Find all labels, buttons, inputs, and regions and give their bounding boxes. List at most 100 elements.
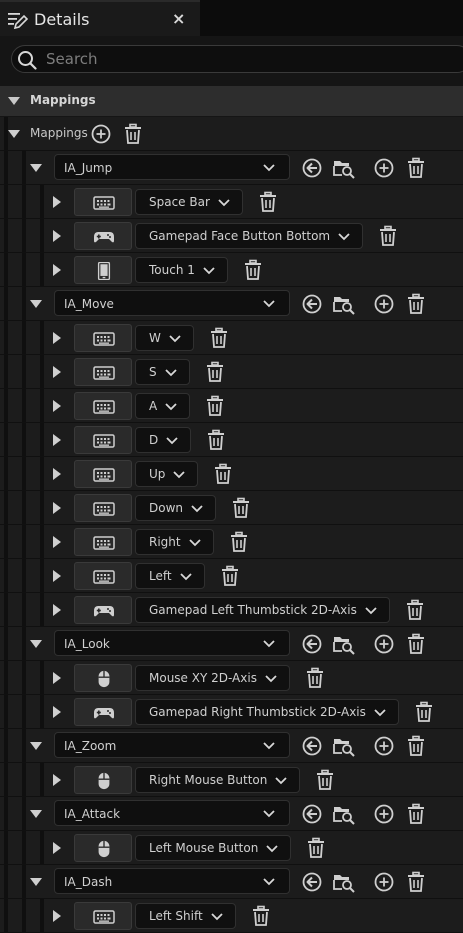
key-select[interactable]: Right Mouse Button <box>135 767 301 793</box>
delete-action-button[interactable] <box>405 735 427 757</box>
key-selector-button[interactable] <box>74 324 132 352</box>
tab-details[interactable]: Details × <box>0 0 200 36</box>
chevron-down-icon <box>263 810 275 818</box>
key-selector-button[interactable] <box>74 188 132 216</box>
delete-key-button[interactable] <box>205 429 227 451</box>
delete-key-button[interactable] <box>204 361 226 383</box>
key-selector-button[interactable] <box>74 698 132 726</box>
key-selector-button[interactable] <box>74 834 132 862</box>
delete-key-button[interactable] <box>208 327 230 349</box>
browse-asset-button[interactable] <box>332 803 356 825</box>
key-name: Mouse XY 2D-Axis <box>149 671 257 685</box>
key-select[interactable]: Right <box>135 529 214 555</box>
add-key-mapping-button[interactable] <box>373 157 395 179</box>
delete-key-button[interactable] <box>250 905 272 927</box>
key-select[interactable]: Gamepad Face Button Bottom <box>135 223 364 249</box>
key-select[interactable]: Left Shift <box>135 903 236 929</box>
add-key-mapping-button[interactable] <box>373 633 395 655</box>
input-action-select[interactable]: IA_Attack <box>54 800 290 826</box>
chevron-down-icon <box>30 810 42 818</box>
use-selected-asset-button[interactable] <box>301 803 323 825</box>
key-selector-button[interactable] <box>74 460 132 488</box>
gamepad-icon <box>94 708 114 719</box>
indent-guide <box>40 525 44 558</box>
input-action-select[interactable]: IA_Move <box>54 290 290 316</box>
key-selector-button[interactable] <box>74 494 132 522</box>
indent-guide <box>4 559 8 592</box>
delete-key-button[interactable] <box>204 395 226 417</box>
input-action-select[interactable]: IA_Look <box>54 630 290 656</box>
use-selected-asset-button[interactable] <box>301 633 323 655</box>
chevron-right-icon <box>53 230 61 242</box>
browse-asset-button[interactable] <box>332 157 356 179</box>
input-action-select[interactable]: IA_Zoom <box>54 732 290 758</box>
browse-asset-button[interactable] <box>332 735 356 757</box>
delete-key-button[interactable] <box>377 225 399 247</box>
key-mapping-row: Mouse XY 2D-Axis <box>0 661 463 695</box>
key-select[interactable]: A <box>135 393 191 419</box>
key-select[interactable]: Gamepad Right Thumbstick 2D-Axis <box>135 699 399 725</box>
delete-key-button[interactable] <box>228 531 250 553</box>
delete-key-button[interactable] <box>304 667 326 689</box>
key-select[interactable]: W <box>135 325 194 351</box>
key-selector-button[interactable] <box>74 222 132 250</box>
delete-action-button[interactable] <box>405 157 427 179</box>
key-selector-button[interactable] <box>74 902 132 930</box>
delete-key-button[interactable] <box>404 599 426 621</box>
delete-key-button[interactable] <box>230 497 252 519</box>
input-action-select[interactable]: IA_Dash <box>54 868 290 894</box>
gamepad-icon <box>94 232 114 243</box>
add-mapping-button[interactable] <box>90 123 112 145</box>
indent-guide <box>40 389 44 422</box>
key-selector-button[interactable] <box>74 596 132 624</box>
key-selector-button[interactable] <box>74 358 132 386</box>
delete-action-button[interactable] <box>405 633 427 655</box>
browse-asset-button[interactable] <box>332 633 356 655</box>
category-header-mappings[interactable]: Mappings <box>0 86 463 116</box>
key-selector-button[interactable] <box>74 664 132 692</box>
delete-key-button[interactable] <box>242 259 264 281</box>
use-selected-asset-button[interactable] <box>301 157 323 179</box>
key-select[interactable]: Up <box>135 461 199 487</box>
add-key-mapping-button[interactable] <box>373 803 395 825</box>
browse-asset-button[interactable] <box>332 871 356 893</box>
key-select[interactable]: Touch 1 <box>135 257 228 283</box>
key-select[interactable]: S <box>135 359 190 385</box>
input-action-select[interactable]: IA_Jump <box>54 154 290 180</box>
delete-key-button[interactable] <box>305 837 327 859</box>
add-key-mapping-button[interactable] <box>373 293 395 315</box>
use-selected-asset-button[interactable] <box>301 293 323 315</box>
key-select[interactable]: Left Mouse Button <box>135 835 292 861</box>
indent-guide <box>40 831 44 864</box>
key-select[interactable]: Gamepad Left Thumbstick 2D-Axis <box>135 597 390 623</box>
key-selector-button[interactable] <box>74 256 132 284</box>
delete-key-button[interactable] <box>212 463 234 485</box>
key-name: Right Mouse Button <box>149 773 268 787</box>
key-selector-button[interactable] <box>74 528 132 556</box>
add-key-mapping-button[interactable] <box>373 735 395 757</box>
key-selector-button[interactable] <box>74 562 132 590</box>
key-selector-button[interactable] <box>74 426 132 454</box>
browse-asset-button[interactable] <box>332 293 356 315</box>
delete-action-button[interactable] <box>405 871 427 893</box>
delete-key-button[interactable] <box>413 701 435 723</box>
search-input[interactable] <box>46 49 446 69</box>
add-key-mapping-button[interactable] <box>373 871 395 893</box>
key-select[interactable]: Space Bar <box>135 189 243 215</box>
delete-key-button[interactable] <box>314 769 336 791</box>
key-select[interactable]: Left <box>135 563 205 589</box>
use-selected-asset-button[interactable] <box>301 735 323 757</box>
chevron-right-icon <box>53 706 61 718</box>
delete-action-button[interactable] <box>405 293 427 315</box>
close-icon[interactable]: × <box>172 9 185 29</box>
key-select[interactable]: Mouse XY 2D-Axis <box>135 665 290 691</box>
delete-key-button[interactable] <box>219 565 241 587</box>
delete-key-button[interactable] <box>257 191 279 213</box>
delete-action-button[interactable] <box>405 803 427 825</box>
key-selector-button[interactable] <box>74 766 132 794</box>
use-selected-asset-button[interactable] <box>301 871 323 893</box>
key-select[interactable]: D <box>135 427 192 453</box>
key-select[interactable]: Down <box>135 495 217 521</box>
clear-mappings-button[interactable] <box>122 123 144 145</box>
key-selector-button[interactable] <box>74 392 132 420</box>
